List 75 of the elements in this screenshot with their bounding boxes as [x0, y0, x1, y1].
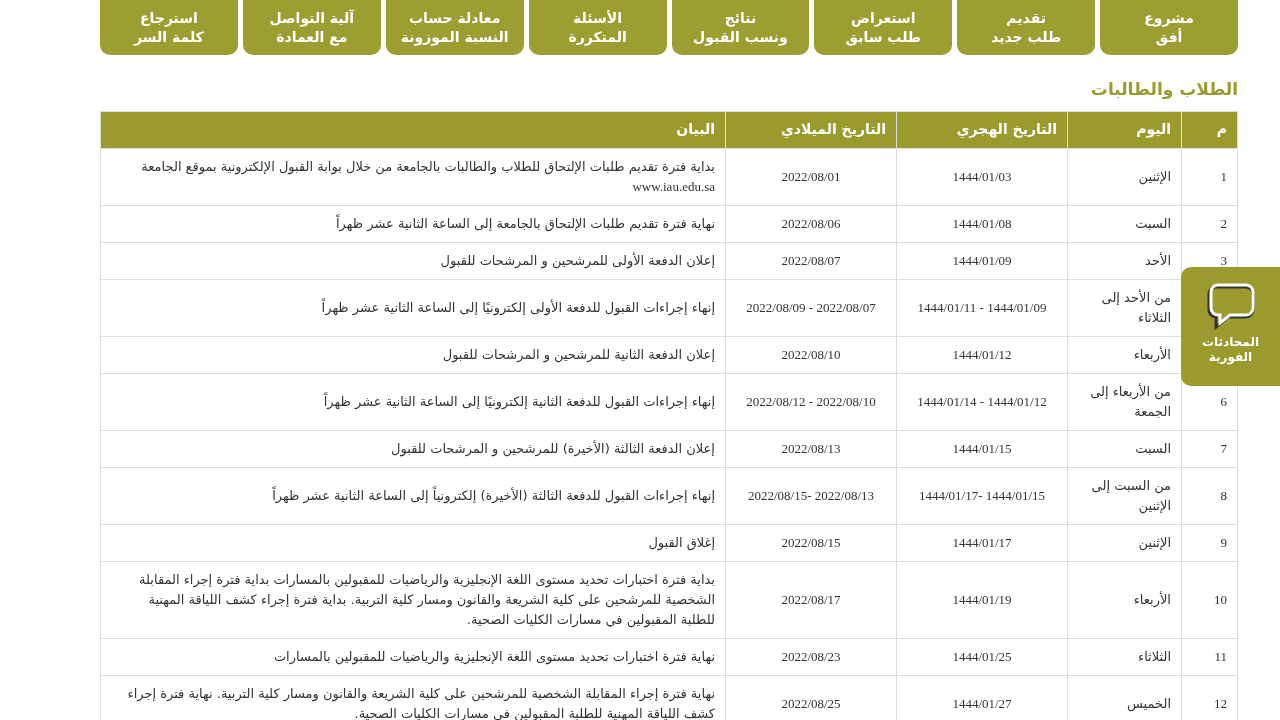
website-link[interactable]: www.iau.edu.sa: [632, 178, 715, 194]
live-chat-button[interactable]: المحادثات الفورية: [1181, 267, 1280, 386]
table-cell: من السبت إلى الإثنين: [1091, 477, 1171, 513]
statement-text: إعلان الدفعة الثالثة (الأخيرة) للمرشحين و المرشحات للقبول: [391, 440, 715, 456]
column-header: م: [1216, 121, 1227, 137]
table-cell: من الأحد إلى الثلاثاء: [1101, 289, 1171, 325]
table-cell: 2022/08/17: [781, 591, 841, 607]
statement-text: إعلان الدفعة الثانية للمرشحين و المرشحات للقبول: [442, 346, 715, 362]
section-title: الطلاب والطالبات: [1089, 78, 1238, 101]
statement-text: إنهاء إجراءات القبول للدفعة الثانية إلكترونيًا إلى الساعة الثانية عشر ظهراً: [323, 393, 715, 409]
table-cell: الإثنين: [1138, 168, 1171, 184]
statement-text: نهاية فترة تقديم طلبات الإلتحاق بالجامعة إلى الساعة الثانية عشر ظهراً: [336, 215, 715, 231]
table-cell: 2022/08/07: [781, 252, 841, 268]
table-cell: 1444/01/25: [952, 648, 1012, 664]
table-cell: 1444/01/12 - 1444/01/14: [917, 393, 1047, 409]
column-header: اليوم: [1136, 121, 1171, 137]
table-cell: من الأربعاء إلى الجمعة: [1090, 383, 1171, 419]
chat-bubble-icon: [1205, 283, 1256, 331]
column-header: البيان: [676, 121, 715, 137]
table-cell: 2022/08/13 -2022/08/15: [747, 487, 875, 503]
nav-button[interactable]: آلية التواصل مع العمادة: [242, 0, 381, 55]
table-cell: 1444/01/08: [952, 215, 1012, 231]
table-cell: 1: [1220, 168, 1227, 184]
table-cell: 2022/08/23: [781, 648, 841, 664]
table-cell: 2022/08/13: [781, 440, 841, 456]
table-cell: الإثنين: [1138, 534, 1171, 550]
table-cell: 2022/08/10 - 2022/08/12: [746, 393, 876, 409]
table-cell: 2022/08/25: [781, 695, 841, 711]
table-cell: 1444/01/15 -1444/01/17: [918, 487, 1046, 503]
statement-text: نهاية فترة إجراء المقابلة الشخصية للمرشحين على كلية الشريعة والقانون ومسار كلية التربية. نهاية فترة إجراء كشف اللياقة المهنية للطلبة المقبولين في مسارات الكليات الصحية.: [127, 685, 715, 720]
table-cell: 2022/08/10: [781, 346, 841, 362]
table-cell: 8: [1220, 487, 1227, 503]
nav-button[interactable]: مشروع أفق: [1100, 0, 1238, 55]
nav-button[interactable]: استرجاع كلمة السر: [100, 0, 238, 55]
statement-text: إعلان الدفعة الأولى للمرشحين و المرشحات للقبول: [440, 252, 715, 268]
nav-button[interactable]: الأسئلة المتكررة: [528, 0, 667, 55]
table-cell: 1444/01/17: [952, 534, 1012, 550]
table-cell: 11: [1214, 648, 1227, 664]
table-cell: 1444/01/15: [952, 440, 1012, 456]
table-cell: 2022/08/07 - 2022/08/09: [746, 299, 876, 315]
table-cell: 2: [1220, 215, 1227, 231]
table-cell: 6: [1220, 393, 1227, 409]
table-cell: 3: [1220, 252, 1227, 268]
table-cell: 2022/08/06: [781, 215, 841, 231]
table-cell: السبت: [1135, 440, 1171, 456]
table-cell: 1444/01/09 - 1444/01/11: [917, 299, 1047, 315]
table-cell: 7: [1220, 440, 1227, 456]
statement-text: بداية فترة تقديم طلبات الإلتحاق للطلاب والطالبات بالجامعة من خلال بوابة القبول الإلكترونية بموقع الجامعة: [141, 158, 715, 174]
statement-text: بداية فترة اختبارات تحديد مستوى اللغة الإنجليزية والرياضيات للمقبولين بالمسارات بداية فترة إجراء المقابلة الشخصية للمرشحين على كلية الشريعة والقانون ومسار كلية التربية. بداية فترة إجراء كشف اللياقة المهنية للطلبة المقبولين في مسارات الكليات الصحية.: [139, 571, 715, 627]
nav-button[interactable]: استعراض طلب سابق: [814, 0, 953, 55]
table-cell: 2022/08/01: [781, 168, 841, 184]
table-cell: 10: [1214, 591, 1227, 607]
table-cell: 1444/01/12: [952, 346, 1012, 362]
nav-button[interactable]: نتائج ونسب القبول: [671, 0, 810, 55]
table-cell: الثلاثاء: [1138, 648, 1171, 664]
table-cell: السبت: [1135, 215, 1171, 231]
table-cell: 2022/08/15: [781, 534, 841, 550]
nav-button[interactable]: معادلة حساب النسبة الموزونة: [385, 0, 524, 55]
statement-text: نهاية فترة اختبارات تحديد مستوى اللغة الإنجليزية والرياضيات للمقبولين بالمسارات: [273, 648, 715, 664]
table-cell: 1444/01/27: [952, 695, 1012, 711]
table-cell: الأربعاء: [1133, 346, 1171, 362]
table-cell: 1444/01/09: [952, 252, 1012, 268]
nav-button[interactable]: تقديم طلب جديد: [957, 0, 1096, 55]
table-cell: الأحد: [1145, 252, 1171, 268]
table-cell: الخميس: [1127, 695, 1171, 711]
column-header: التاريخ الميلادي: [780, 121, 886, 137]
table-cell: 1444/01/03: [952, 168, 1012, 184]
statement-text: إنهاء إجراءات القبول للدفعة الثالثة (الأخيرة) إلكترونياً إلى الساعة الثانية عشر ظهراً: [272, 487, 715, 503]
table-cell: 12: [1214, 695, 1227, 711]
statement-text: إغلاق القبول: [648, 534, 715, 550]
table-cell: 1444/01/19: [952, 591, 1012, 607]
column-header: التاريخ الهجري: [956, 121, 1057, 137]
statement-text: إنهاء إجراءات القبول للدفعة الأولى إلكترونيًا إلى الساعة الثانية عشر ظهراً: [321, 299, 715, 315]
table-cell: 9: [1220, 534, 1227, 550]
table-cell: الأربعاء: [1133, 591, 1171, 607]
